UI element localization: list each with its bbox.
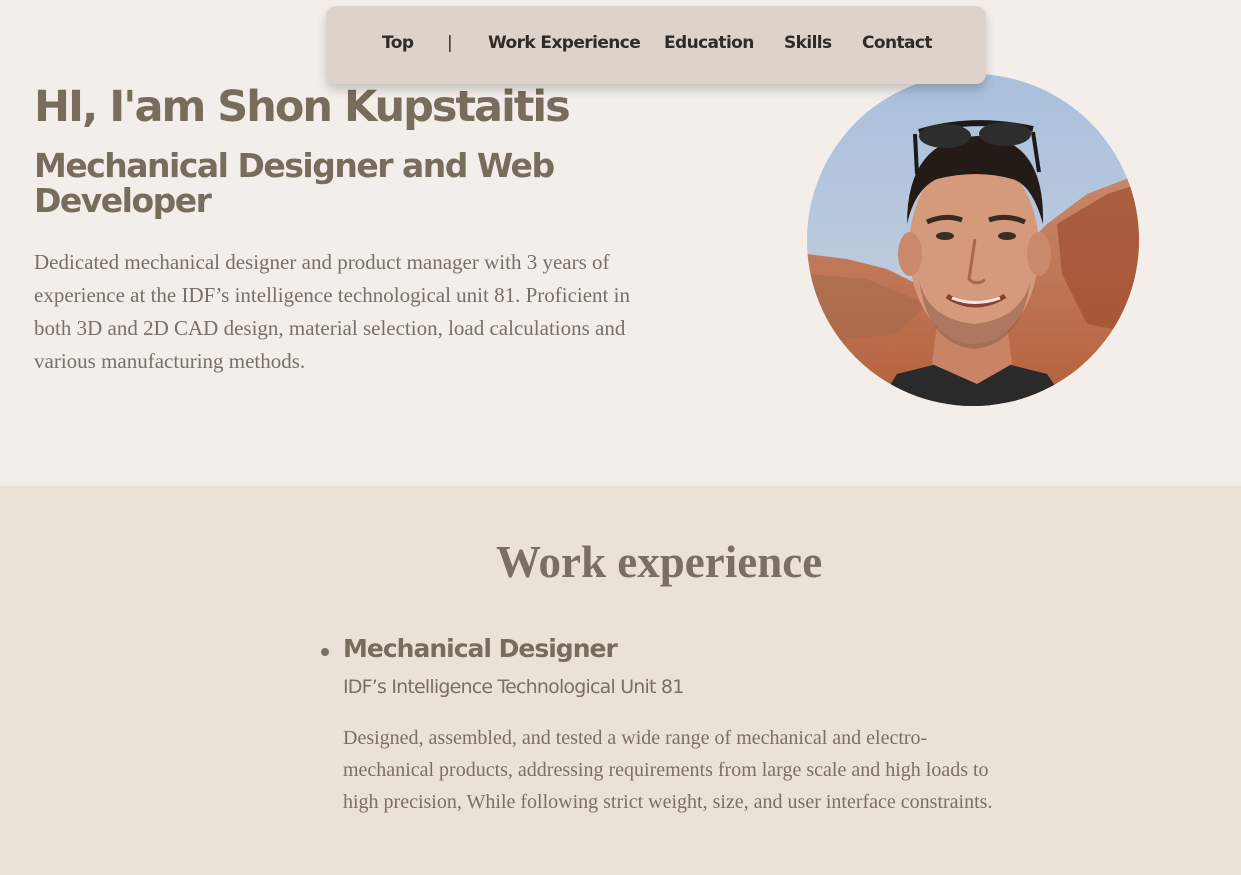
work-experience-heading: Work experience — [496, 537, 823, 587]
hero-description: Dedicated mechanical designer and produc… — [34, 250, 630, 373]
nav-link-skills[interactable]: Skills — [784, 33, 832, 53]
top-navigation: Top | Work Experience Education Skills C… — [326, 6, 986, 84]
nav-link-top[interactable]: Top — [382, 33, 414, 53]
nav-link-education[interactable]: Education — [664, 33, 754, 53]
nav-separator: | — [447, 33, 453, 53]
nav-link-work-experience[interactable]: Work Experience — [488, 33, 641, 53]
job-organization: IDF’s Intelligence Technological Unit 81 — [343, 676, 684, 698]
profile-photo-illustration — [807, 74, 1139, 406]
hero-title: HI, I'am Shon Kupstaitis — [34, 82, 571, 132]
list-bullet — [321, 648, 329, 656]
nav-link-contact[interactable]: Contact — [862, 33, 932, 53]
job-title: Mechanical Designer — [343, 634, 618, 663]
job-description: Designed, assembled, and tested a wide r… — [343, 727, 993, 813]
hero-subtitle: Mechanical Designer and Web Developer — [34, 146, 555, 220]
profile-photo — [807, 74, 1139, 406]
work-experience-section: Work experience Mechanical Designer IDF’… — [0, 486, 1241, 875]
